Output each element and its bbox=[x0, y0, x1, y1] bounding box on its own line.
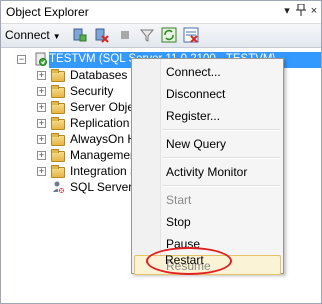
expand-icon[interactable]: + bbox=[37, 119, 46, 128]
disconnect-icon[interactable] bbox=[93, 27, 109, 43]
window-title: Object Explorer bbox=[6, 5, 89, 19]
menu-item-register[interactable]: Register... bbox=[166, 109, 220, 123]
menu-item-new-query[interactable]: New Query bbox=[166, 137, 226, 151]
tree-node-label: Security bbox=[70, 84, 114, 98]
agent-icon bbox=[51, 180, 65, 194]
folder-icon bbox=[51, 117, 65, 130]
menu-separator bbox=[162, 157, 280, 159]
expand-icon[interactable]: + bbox=[37, 103, 46, 112]
pin-icon[interactable] bbox=[294, 3, 308, 18]
tree-node-label: Databases bbox=[70, 68, 128, 82]
folder-icon bbox=[51, 85, 65, 98]
context-menu: Connect... Disconnect Register... New Qu… bbox=[131, 58, 284, 275]
close-icon[interactable]: × bbox=[307, 4, 321, 18]
expand-icon[interactable]: + bbox=[37, 135, 46, 144]
menu-item-disconnect[interactable]: Disconnect bbox=[166, 87, 225, 101]
folder-icon bbox=[51, 149, 65, 162]
menu-icon-strip bbox=[132, 59, 161, 273]
annotation-circle bbox=[146, 247, 232, 275]
folder-icon bbox=[51, 165, 65, 178]
menu-separator bbox=[162, 185, 280, 187]
server-icon bbox=[34, 52, 48, 66]
dropdown-icon[interactable]: ▾ bbox=[280, 4, 294, 18]
filter-icon[interactable] bbox=[139, 27, 155, 43]
tree-node-label: Management bbox=[70, 148, 141, 162]
refresh-icon[interactable] bbox=[161, 27, 177, 43]
title-bar: Object Explorer ▾ × bbox=[1, 1, 321, 24]
connect-label: Connect bbox=[5, 28, 50, 42]
menu-separator bbox=[162, 129, 280, 131]
connect-server-icon[interactable] bbox=[71, 27, 87, 43]
expand-icon[interactable]: + bbox=[37, 87, 46, 96]
folder-icon bbox=[51, 101, 65, 114]
folder-icon bbox=[51, 69, 65, 82]
expand-icon[interactable]: + bbox=[37, 167, 46, 176]
stop-icon[interactable] bbox=[117, 27, 133, 43]
chevron-down-icon: ▼ bbox=[52, 32, 61, 41]
collapse-icon[interactable]: − bbox=[17, 55, 26, 64]
menu-item-connect[interactable]: Connect... bbox=[166, 65, 221, 79]
tree-node-label: Replication bbox=[70, 116, 130, 130]
menu-item-activity-monitor[interactable]: Activity Monitor bbox=[166, 165, 247, 179]
menu-item-start: Start bbox=[166, 193, 192, 207]
toolbar: Connect ▼ bbox=[1, 24, 321, 48]
folder-icon bbox=[51, 133, 65, 146]
expand-icon[interactable]: + bbox=[37, 151, 46, 160]
restart-server-icon[interactable] bbox=[183, 27, 199, 43]
connect-button[interactable]: Connect ▼ bbox=[5, 28, 61, 42]
menu-item-stop[interactable]: Stop bbox=[166, 215, 191, 229]
expand-icon[interactable]: + bbox=[37, 71, 46, 80]
object-explorer-window: Object Explorer ▾ × Connect ▼ − TESTVM (… bbox=[0, 0, 322, 304]
